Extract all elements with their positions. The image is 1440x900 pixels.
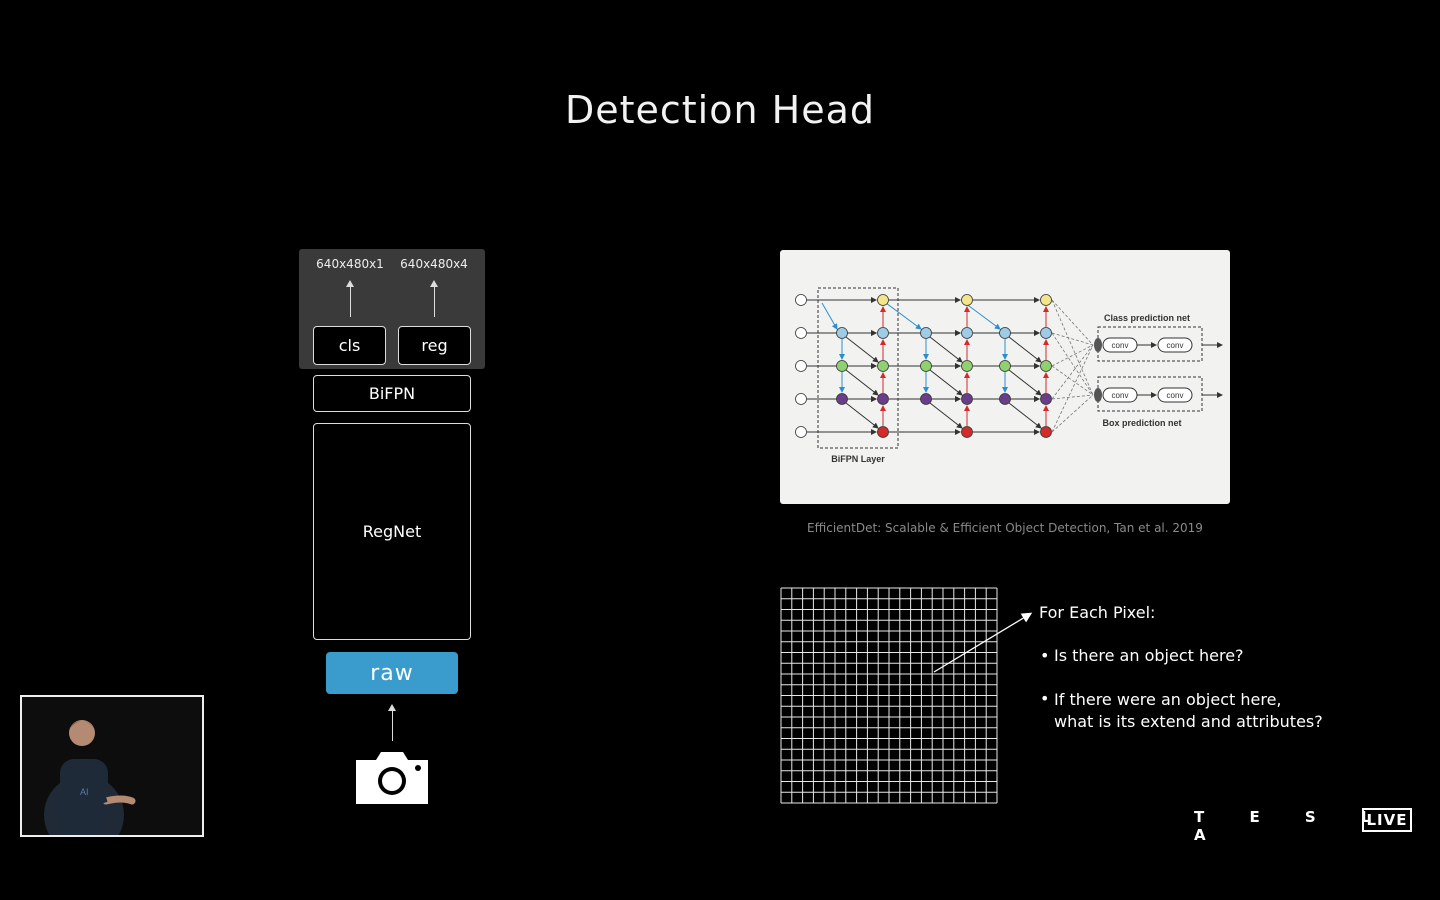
raw-input-box: raw (326, 652, 458, 694)
bifpn-out-node (961, 327, 973, 339)
bifpn-out-node (877, 294, 889, 306)
bifpn-edge (821, 302, 838, 330)
presenter-video: AI (20, 695, 204, 837)
input-node-p7 (795, 426, 807, 438)
bifpn-mid-node (999, 393, 1011, 405)
class-net-input (1094, 338, 1102, 352)
slide-title: Detection Head (564, 88, 876, 132)
bifpn-mid-node (920, 327, 932, 339)
class-conv-2-label: conv (1167, 341, 1184, 350)
bifpn-diagram-svg: BiFPN Layer Class prediction net conv co… (795, 287, 1223, 464)
bullet-extend-attributes-text: If there were an object here, what is it… (1054, 690, 1323, 731)
bifpn-out-node (877, 393, 889, 405)
bifpn-edge (1008, 336, 1042, 363)
svg-text:AI: AI (80, 787, 89, 797)
box-net-label: Box prediction net (1102, 418, 1181, 428)
bifpn-mid-node (836, 393, 848, 405)
box-conv-1-label: conv (1112, 391, 1129, 400)
pixel-pointer-arrow (933, 612, 1033, 673)
live-badge: LIVE (1362, 808, 1412, 832)
box-conv-2-label: conv (1167, 391, 1184, 400)
presenter-figure: AI (22, 697, 202, 835)
bifpn-out-node (961, 294, 973, 306)
reg-output-dim: 640x480x4 (400, 257, 468, 271)
input-node-p5 (795, 360, 807, 372)
prediction-fanout-edge (1051, 332, 1094, 346)
bifpn-out-node (1040, 426, 1052, 438)
bifpn-out-node (1040, 327, 1052, 339)
bifpn-edge (845, 402, 879, 429)
prediction-fanout-edge (1051, 332, 1094, 396)
bifpn-edge (929, 336, 963, 363)
bifpn-out-node (877, 426, 889, 438)
bifpn-out-node (877, 360, 889, 372)
cls-output-dim: 640x480x1 (316, 257, 384, 271)
bullet-extend-attributes: • If there were an object here, what is i… (1040, 689, 1323, 731)
bifpn-out-node (877, 327, 889, 339)
efficientdet-diagram: BiFPN Layer Class prediction net conv co… (780, 250, 1230, 504)
cls-head-box: cls (313, 326, 386, 365)
bifpn-edge (845, 336, 879, 363)
class-conv-1-label: conv (1112, 341, 1129, 350)
bifpn-edge (1008, 369, 1042, 396)
bifpn-mid-node (920, 360, 932, 372)
box-net-input (1094, 388, 1102, 402)
bifpn-edge (929, 369, 963, 396)
bifpn-out-node (1040, 294, 1052, 306)
bifpn-edge (845, 369, 879, 396)
bifpn-out-node (1040, 360, 1052, 372)
prediction-fanout-edge (1051, 344, 1094, 433)
bifpn-out-node (961, 426, 973, 438)
bifpn-out-node (961, 360, 973, 372)
regnet-box: RegNet (313, 423, 471, 640)
prediction-fanout-edge (1051, 394, 1094, 433)
bifpn-edge (929, 402, 963, 429)
input-node-p6 (795, 393, 807, 405)
input-node-p3 (795, 294, 807, 306)
bifpn-box: BiFPN (313, 375, 471, 412)
bifpn-out-node (961, 393, 973, 405)
bifpn-mid-node (836, 360, 848, 372)
bifpn-mid-node (920, 393, 932, 405)
input-node-p4 (795, 327, 807, 339)
bullet-object-here: • Is there an object here? (1040, 646, 1244, 665)
prediction-fanout-edge (1051, 394, 1094, 400)
for-each-pixel-heading: For Each Pixel: (1039, 603, 1156, 622)
bifpn-edge (964, 302, 1001, 330)
bifpn-layer-label: BiFPN Layer (831, 454, 885, 464)
bifpn-mid-node (999, 360, 1011, 372)
reg-arrow (434, 286, 435, 317)
bifpn-mid-node (836, 327, 848, 339)
class-net-label: Class prediction net (1104, 313, 1190, 323)
camera-arrow (392, 710, 393, 741)
bifpn-edge (1008, 402, 1042, 429)
camera-icon (356, 752, 428, 804)
prediction-fanout-edge (1051, 299, 1094, 346)
bifpn-mid-node (999, 327, 1011, 339)
reg-head-box: reg (398, 326, 471, 365)
cls-arrow (350, 286, 351, 317)
bifpn-out-node (1040, 393, 1052, 405)
bullet-object-here-text: Is there an object here? (1054, 646, 1244, 665)
bifpn-edge (885, 302, 922, 330)
citation-caption: EfficientDet: Scalable & Efficient Objec… (807, 521, 1203, 535)
